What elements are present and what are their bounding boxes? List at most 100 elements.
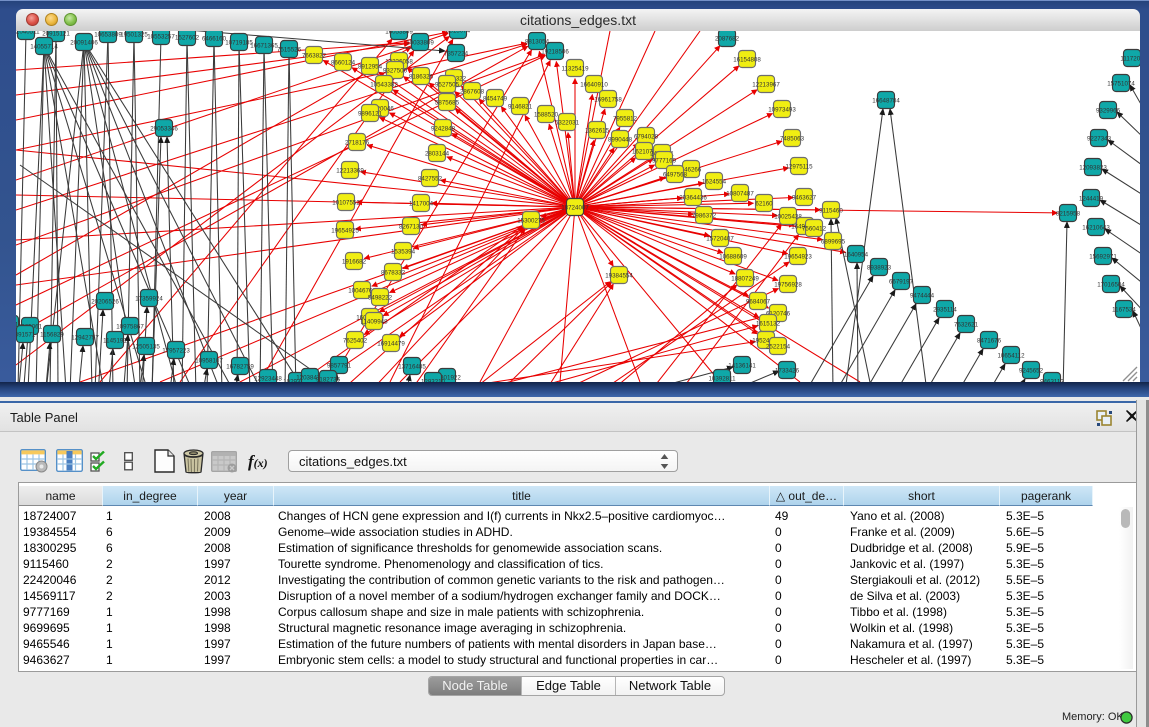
svg-text:16154808: 16154808 xyxy=(733,57,761,64)
svg-text:7625402: 7625402 xyxy=(343,338,368,345)
svg-text:16210643: 16210643 xyxy=(1082,225,1110,232)
svg-text:8678332: 8678332 xyxy=(381,270,406,277)
svg-text:20915121: 20915121 xyxy=(42,31,70,38)
svg-text:10975867: 10975867 xyxy=(116,324,144,331)
svg-text:1624554: 1624554 xyxy=(702,179,727,186)
svg-text:1362615: 1362615 xyxy=(585,128,610,135)
svg-text:9527505: 9527505 xyxy=(435,82,460,89)
svg-text:9227343: 9227343 xyxy=(1087,136,1112,143)
svg-text:8186326: 8186326 xyxy=(409,74,434,81)
svg-text:6497568: 6497568 xyxy=(663,172,688,179)
svg-text:1916682: 1916682 xyxy=(342,259,367,266)
svg-text:1527602: 1527602 xyxy=(175,35,200,42)
svg-text:20364436: 20364436 xyxy=(679,195,707,202)
svg-text:1167534: 1167534 xyxy=(1112,307,1136,314)
svg-text:12942757: 12942757 xyxy=(71,335,99,342)
svg-text:5498222: 5498222 xyxy=(368,295,393,302)
svg-text:9857791: 9857791 xyxy=(327,363,352,370)
svg-text:5322031: 5322031 xyxy=(555,120,580,127)
svg-text:1117203: 1117203 xyxy=(1120,56,1140,63)
svg-text:8813074: 8813074 xyxy=(446,31,471,35)
svg-text:1588520: 1588520 xyxy=(534,112,559,119)
svg-text:7560412: 7560412 xyxy=(802,226,827,233)
svg-text:19756928: 19756928 xyxy=(774,282,802,289)
svg-text:8990448: 8990448 xyxy=(608,137,633,144)
svg-text:7515526: 7515526 xyxy=(277,47,302,54)
svg-text:16053809: 16053809 xyxy=(385,31,413,36)
svg-text:1417004: 1417004 xyxy=(409,201,434,208)
svg-text:8454749: 8454749 xyxy=(483,96,508,103)
svg-text:16640910: 16640910 xyxy=(580,82,608,89)
svg-text:15300275: 15300275 xyxy=(517,218,545,225)
svg-text:7663822: 7663822 xyxy=(302,53,327,60)
svg-text:8813054: 8813054 xyxy=(525,39,550,46)
svg-text:9146821: 9146821 xyxy=(508,104,533,111)
svg-text:19501325: 19501325 xyxy=(120,32,148,39)
svg-text:10033809: 10033809 xyxy=(406,40,434,47)
svg-text:2522154: 2522154 xyxy=(766,344,791,351)
svg-text:7986372: 7986372 xyxy=(692,213,717,220)
svg-text:7357224: 7357224 xyxy=(444,51,469,58)
svg-text:6899695: 6899695 xyxy=(821,239,846,246)
svg-text:9329966: 9329966 xyxy=(1096,108,1121,115)
svg-text:8215958: 8215958 xyxy=(1056,211,1081,218)
svg-text:2935114: 2935114 xyxy=(933,307,957,314)
svg-text:1156829: 1156829 xyxy=(40,332,64,339)
svg-text:8660124: 8660124 xyxy=(331,60,356,67)
svg-text:7485063: 7485063 xyxy=(780,136,805,143)
svg-text:8471676: 8471676 xyxy=(977,338,1002,345)
svg-text:9242848: 9242848 xyxy=(431,126,456,133)
svg-text:62160: 62160 xyxy=(755,201,773,208)
svg-text:2867608: 2867608 xyxy=(460,89,485,96)
svg-text:1615132: 1615132 xyxy=(756,321,781,328)
svg-text:1733426: 1733426 xyxy=(775,368,800,375)
svg-text:12040511: 12040511 xyxy=(16,31,40,36)
svg-text:18807249: 18807249 xyxy=(731,276,759,283)
svg-text:17359924: 17359924 xyxy=(135,296,163,303)
svg-text:19654925: 19654925 xyxy=(331,228,359,235)
svg-text:29053346: 29053346 xyxy=(150,126,178,133)
svg-text:10688609: 10688609 xyxy=(719,254,747,261)
svg-text:6794028: 6794028 xyxy=(634,134,659,141)
svg-text:8938923: 8938923 xyxy=(867,265,892,272)
svg-text:2718176: 2718176 xyxy=(345,140,370,147)
svg-text:11409948: 11409948 xyxy=(360,319,388,326)
svg-text:10807487: 10807487 xyxy=(726,191,754,198)
svg-text:9896121: 9896121 xyxy=(358,111,383,118)
svg-text:7632621: 7632621 xyxy=(954,322,979,329)
svg-text:8912954: 8912954 xyxy=(358,64,383,71)
svg-text:10654112: 10654112 xyxy=(997,353,1025,360)
svg-text:12093823: 12093823 xyxy=(1079,165,1107,172)
svg-text:10107552: 10107552 xyxy=(332,200,360,207)
svg-text:1244419: 1244419 xyxy=(1079,196,1104,203)
svg-text:10973493: 10973493 xyxy=(768,107,796,114)
svg-text:1145191: 1145191 xyxy=(103,338,127,345)
svg-text:12213369: 12213369 xyxy=(336,168,364,175)
svg-text:20091406: 20091406 xyxy=(70,40,98,47)
svg-text:18724007: 18724007 xyxy=(561,205,589,212)
svg-text:391571: 391571 xyxy=(16,332,36,339)
svg-text:1640954: 1640954 xyxy=(844,252,869,259)
svg-text:11325419: 11325419 xyxy=(561,66,589,73)
svg-text:9684067: 9684067 xyxy=(746,299,771,306)
svg-text:8267130: 8267130 xyxy=(399,224,424,231)
svg-text:10653809: 10653809 xyxy=(94,32,122,39)
svg-text:13716485: 13716485 xyxy=(398,364,426,371)
svg-text:6679197: 6679197 xyxy=(889,279,914,286)
svg-text:6466160: 6466160 xyxy=(202,36,227,43)
svg-text:20206526: 20206526 xyxy=(91,299,119,306)
svg-text:14055714: 14055714 xyxy=(30,44,58,51)
svg-text:12213967: 12213967 xyxy=(752,82,780,89)
svg-text:2803144: 2803144 xyxy=(425,151,450,158)
svg-text:9463627: 9463627 xyxy=(792,195,817,202)
svg-text:9474444: 9474444 xyxy=(910,293,935,300)
svg-text:10958107: 10958107 xyxy=(195,358,223,365)
svg-text:15692971: 15692971 xyxy=(1089,254,1117,261)
svg-text:12505135: 12505135 xyxy=(132,344,160,351)
svg-text:2087682: 2087682 xyxy=(715,36,740,43)
svg-text:16961758: 16961758 xyxy=(594,97,622,104)
svg-text:9245652: 9245652 xyxy=(1019,368,1044,375)
svg-text:10543382: 10543382 xyxy=(370,82,398,89)
svg-text:19218506: 19218506 xyxy=(541,49,569,56)
svg-text:12975115: 12975115 xyxy=(785,164,813,171)
